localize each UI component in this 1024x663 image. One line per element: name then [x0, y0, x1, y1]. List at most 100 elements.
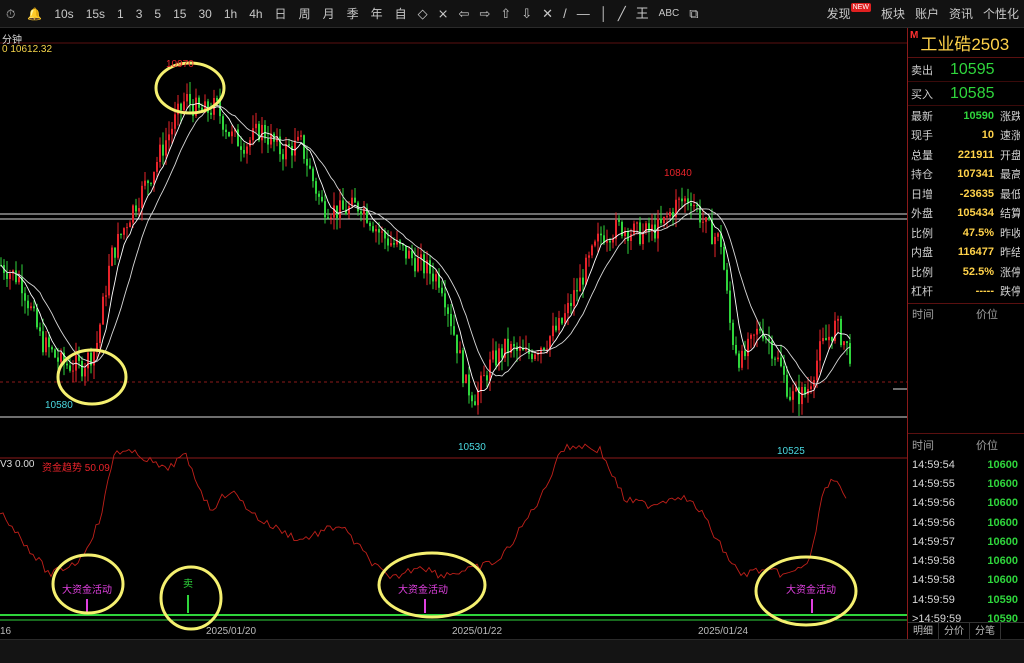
- bell-icon[interactable]: 🔔: [21, 0, 48, 28]
- candle-body: [546, 348, 548, 350]
- discover-menu[interactable]: 发现 NEW: [822, 0, 876, 28]
- candle-body: [732, 322, 734, 345]
- candle-body: [36, 308, 38, 328]
- period-button[interactable]: 周: [293, 0, 317, 28]
- tick-price: 10600: [987, 516, 1018, 529]
- period-button[interactable]: 5: [148, 0, 167, 28]
- tick-price: 10600: [987, 535, 1018, 548]
- arrow-down-icon[interactable]: ⇩: [516, 0, 537, 28]
- candle-body: [492, 350, 494, 360]
- price-label-low1: 10580: [45, 400, 73, 411]
- stat-key2: 涨停: [1000, 266, 1020, 279]
- candle-body: [582, 277, 584, 285]
- period-button[interactable]: 3: [130, 0, 149, 28]
- section2-price: 价位: [976, 440, 998, 452]
- signal-label-3: 大资金活动: [786, 585, 836, 596]
- candle-body: [39, 327, 41, 332]
- tick-row: 14:59:54 10600: [908, 455, 1024, 474]
- section1-header: 时间 价位: [908, 304, 1024, 324]
- candle-body: [306, 158, 308, 166]
- candle-body: [246, 146, 248, 154]
- arrow-right-icon[interactable]: ⇨: [474, 0, 495, 28]
- candle-body: [462, 350, 464, 384]
- period-button[interactable]: 30: [192, 0, 217, 28]
- wang-icon[interactable]: 王: [631, 0, 654, 28]
- candle-body: [783, 366, 785, 375]
- candle-body: [543, 347, 545, 350]
- candle-body: [168, 134, 170, 141]
- clock-icon[interactable]: ⏱: [0, 0, 21, 28]
- tick-time: 14:59:58: [912, 574, 955, 587]
- candle-body: [333, 205, 335, 218]
- candle-body: [660, 218, 662, 224]
- stat-key2: 结算: [1000, 208, 1020, 221]
- stat-row: 外盘 105434 结算: [908, 204, 1024, 224]
- candle-body: [147, 180, 149, 184]
- candle-body: [279, 136, 281, 155]
- candle-body: [837, 318, 839, 321]
- arrow-left-icon[interactable]: ⇦: [454, 0, 475, 28]
- candle-body: [726, 269, 728, 291]
- candle-body: [369, 222, 371, 227]
- arrow-up-icon[interactable]: ⇧: [495, 0, 516, 28]
- candle-body: [570, 302, 572, 306]
- ma-line-short: [0, 102, 851, 395]
- trend-icon[interactable]: ╱: [613, 0, 631, 28]
- candle-body: [135, 205, 137, 212]
- period-button[interactable]: 自: [389, 0, 413, 28]
- candle-body: [501, 348, 503, 358]
- stat-row: 比例 47.5% 昨收: [908, 223, 1024, 243]
- candle-body: [414, 258, 416, 272]
- period-button[interactable]: 年: [365, 0, 389, 28]
- stat-value: 52.5%: [962, 265, 994, 278]
- hline-icon[interactable]: —: [572, 0, 595, 28]
- x-icon[interactable]: ✕: [537, 0, 558, 28]
- tab-price-dist[interactable]: 分价: [939, 623, 970, 639]
- candle-body: [60, 352, 62, 362]
- candle-body: [453, 326, 455, 335]
- line-draw-icon[interactable]: /: [558, 0, 572, 28]
- tab-trades[interactable]: 分笔: [970, 623, 1001, 639]
- text-icon[interactable]: ABC: [654, 0, 685, 28]
- period-button[interactable]: 15: [167, 0, 192, 28]
- buy-label: 买入: [911, 88, 933, 101]
- candle-body: [480, 375, 482, 392]
- period-button[interactable]: 季: [341, 0, 365, 28]
- period-button[interactable]: 日: [269, 0, 293, 28]
- tick-time: 14:59:56: [912, 497, 955, 510]
- candle-body: [24, 293, 26, 301]
- candle-body: [288, 144, 290, 147]
- vline-icon[interactable]: │: [595, 0, 613, 28]
- candle-body: [387, 238, 389, 246]
- sector-menu[interactable]: 板块: [876, 0, 910, 28]
- candle-body: [27, 300, 29, 309]
- candle-body: [303, 135, 305, 159]
- period-button[interactable]: 4h: [243, 0, 268, 28]
- period-button[interactable]: 10s: [48, 0, 79, 28]
- period-button[interactable]: 1h: [218, 0, 243, 28]
- account-menu[interactable]: 账户: [910, 0, 944, 28]
- stat-key: 现手: [911, 130, 933, 143]
- candle-body: [360, 211, 362, 215]
- stat-key: 比例: [911, 266, 933, 279]
- period-button[interactable]: 1: [111, 0, 130, 28]
- diamond-icon[interactable]: ◇: [413, 0, 433, 28]
- candle-body: [129, 222, 131, 228]
- candle-body: [69, 365, 71, 371]
- candle-body: [780, 357, 782, 367]
- buy-price: 10585: [950, 84, 995, 102]
- cross-icon[interactable]: ⨯: [433, 0, 454, 28]
- candle-body: [417, 258, 419, 272]
- contract-title[interactable]: M 工业硞2503: [908, 28, 1024, 58]
- kline-chart[interactable]: [0, 28, 907, 639]
- personalize-menu[interactable]: 个性化: [978, 0, 1024, 28]
- period-button[interactable]: 15s: [80, 0, 111, 28]
- stat-key2: 昨收: [1000, 227, 1020, 240]
- stat-key2: 涨跌: [1000, 110, 1020, 123]
- news-menu[interactable]: 资讯: [944, 0, 978, 28]
- layout-icon[interactable]: ⧉: [684, 0, 703, 28]
- tab-detail[interactable]: 明细: [908, 623, 939, 639]
- period-button[interactable]: 月: [317, 0, 341, 28]
- sell-price: 10595: [950, 60, 995, 78]
- candle-body: [324, 201, 326, 218]
